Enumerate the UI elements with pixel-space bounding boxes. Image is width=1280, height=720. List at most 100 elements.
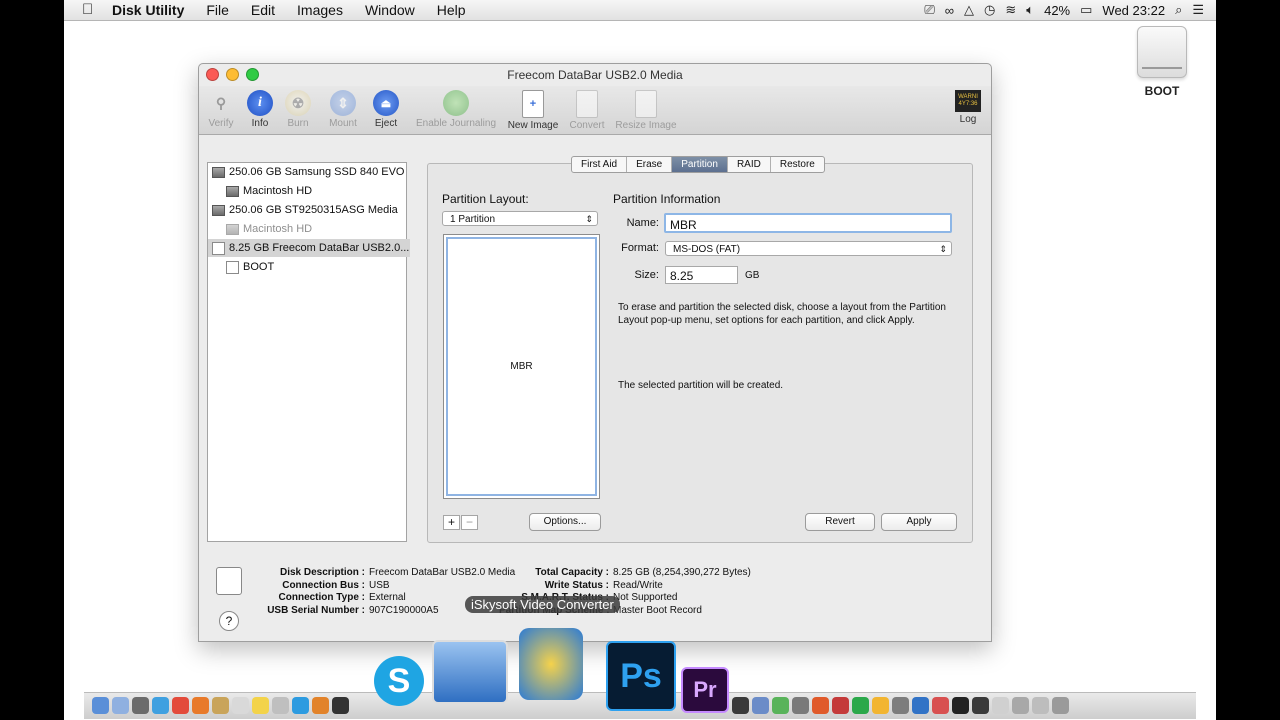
add-partition-button[interactable]: + bbox=[443, 515, 460, 530]
terminal-icon[interactable] bbox=[952, 697, 969, 714]
partition-help-text: To erase and partition the selected disk… bbox=[618, 302, 946, 326]
drive-sync-icon[interactable]: △ bbox=[964, 2, 974, 18]
eject-button[interactable]: ⏏ Eject bbox=[371, 90, 401, 129]
premiere-dock-icon[interactable]: Pr bbox=[681, 667, 729, 713]
preview-icon[interactable] bbox=[752, 697, 769, 714]
skype-glyph: S bbox=[387, 662, 411, 700]
calendar-icon[interactable] bbox=[232, 697, 249, 714]
photoshop-dock-icon[interactable]: Ps bbox=[606, 641, 676, 711]
sidebar-item-macintosh-hd[interactable]: Macintosh HD bbox=[208, 182, 424, 200]
sidebar-item-st9250315asg[interactable]: 250.06 GB ST9250315ASG Media bbox=[208, 201, 410, 219]
sidebar-item-boot[interactable]: BOOT bbox=[208, 258, 424, 276]
options-button[interactable]: Options... bbox=[529, 513, 601, 531]
app-store-icon[interactable] bbox=[912, 697, 929, 714]
enable-journaling-button[interactable]: Enable Journaling bbox=[411, 90, 501, 129]
filezilla-icon[interactable] bbox=[812, 697, 829, 714]
wifi-icon[interactable]: ≋ bbox=[1005, 2, 1016, 18]
spotify-icon[interactable] bbox=[852, 697, 869, 714]
menu-window[interactable]: Window bbox=[365, 2, 415, 18]
dashboard-icon[interactable] bbox=[112, 697, 129, 714]
battery-icon[interactable]: ▭ bbox=[1080, 2, 1092, 18]
clock[interactable]: Wed 23:22 bbox=[1102, 3, 1165, 18]
title-bar[interactable]: Freecom DataBar USB2.0 Media bbox=[199, 64, 991, 86]
downloads-icon[interactable] bbox=[1012, 697, 1029, 714]
mount-icon: ⇕ bbox=[330, 90, 356, 116]
remove-partition-button[interactable]: − bbox=[461, 515, 478, 530]
volume-icon bbox=[226, 185, 239, 197]
info-button[interactable]: i Info bbox=[245, 90, 275, 129]
burn-label: Burn bbox=[287, 118, 309, 129]
folder-icon[interactable] bbox=[992, 697, 1009, 714]
menu-edit[interactable]: Edit bbox=[251, 2, 275, 18]
quicktime-icon[interactable] bbox=[732, 697, 749, 714]
pr-label: Pr bbox=[693, 677, 717, 702]
time-machine-icon[interactable]: ◷ bbox=[984, 2, 995, 18]
apply-button[interactable]: Apply bbox=[881, 513, 957, 531]
apple-icon[interactable]:  bbox=[82, 1, 93, 18]
screen-record-icon[interactable]: ⎚ bbox=[924, 2, 934, 18]
activity-monitor-icon[interactable] bbox=[972, 697, 989, 714]
internal-disk-icon bbox=[212, 204, 225, 216]
documents-icon[interactable] bbox=[1032, 697, 1049, 714]
tab-raid[interactable]: RAID bbox=[726, 157, 770, 172]
tab-partition[interactable]: Partition bbox=[671, 157, 727, 172]
notes-icon[interactable] bbox=[252, 697, 269, 714]
tab-restore[interactable]: Restore bbox=[769, 157, 824, 172]
convert-button[interactable]: Convert bbox=[567, 90, 607, 131]
app-icon[interactable] bbox=[832, 697, 849, 714]
menu-help[interactable]: Help bbox=[437, 2, 466, 18]
chrome-icon[interactable] bbox=[172, 697, 189, 714]
log-button[interactable]: WARNI 4Y7:36 Log bbox=[953, 90, 983, 125]
menu-file[interactable]: File bbox=[206, 2, 229, 18]
format-select[interactable]: MS-DOS (FAT) bbox=[665, 241, 952, 257]
photo-theater-dock-icon[interactable] bbox=[432, 640, 508, 704]
spotlight-icon[interactable]: ⌕ bbox=[1175, 2, 1182, 18]
reminders-icon[interactable] bbox=[272, 697, 289, 714]
system-preferences-icon[interactable] bbox=[792, 697, 809, 714]
creative-cloud-icon[interactable]: ∞ bbox=[945, 3, 954, 18]
tab-first-aid[interactable]: First Aid bbox=[572, 157, 626, 172]
resize-image-button[interactable]: Resize Image bbox=[613, 90, 679, 131]
sidebar-item-samsung-ssd[interactable]: 250.06 GB Samsung SSD 840 EVO bbox=[208, 163, 410, 181]
desktop-drive-boot[interactable]: BOOT bbox=[1134, 26, 1190, 98]
name-label: Name: bbox=[626, 217, 659, 229]
size-field[interactable]: 8.25 bbox=[665, 266, 738, 284]
partition-layout-select[interactable]: 1 Partition bbox=[442, 211, 598, 227]
volume-icon[interactable]: 🔈︎ bbox=[1026, 2, 1034, 18]
contacts-icon[interactable] bbox=[212, 697, 229, 714]
trash-icon[interactable] bbox=[1052, 697, 1069, 714]
revert-button[interactable]: Revert bbox=[805, 513, 875, 531]
eject-icon: ⏏ bbox=[373, 90, 399, 116]
name-field[interactable]: MBR bbox=[664, 213, 952, 233]
finder-icon[interactable] bbox=[92, 697, 109, 714]
photo-booth-icon[interactable] bbox=[932, 697, 949, 714]
connection-type-value: External bbox=[369, 592, 406, 603]
launchpad-icon[interactable] bbox=[132, 697, 149, 714]
menu-images[interactable]: Images bbox=[297, 2, 343, 18]
itunes-icon[interactable] bbox=[332, 697, 349, 714]
sidebar-item-macintosh-hd-2[interactable]: Macintosh HD bbox=[208, 220, 424, 238]
messages-icon[interactable] bbox=[292, 697, 309, 714]
menu-app-name[interactable]: Disk Utility bbox=[112, 2, 184, 18]
verify-button[interactable]: ⚲ Verify bbox=[205, 90, 237, 130]
iskysoft-converter-dock-icon[interactable] bbox=[519, 628, 583, 700]
skype-dock-icon[interactable]: S bbox=[374, 656, 424, 706]
log-icon: WARNI 4Y7:36 bbox=[955, 90, 981, 112]
mount-button[interactable]: ⇕ Mount bbox=[325, 90, 361, 129]
burn-button[interactable]: ☢ Burn bbox=[283, 90, 313, 129]
safari-icon[interactable] bbox=[152, 697, 169, 714]
sidebar-item-freecom[interactable]: 8.25 GB Freecom DataBar USB2.0... bbox=[208, 239, 410, 257]
sketch-icon[interactable] bbox=[872, 697, 889, 714]
vlc-icon[interactable] bbox=[312, 697, 329, 714]
tab-erase[interactable]: Erase bbox=[626, 157, 671, 172]
battery-percent[interactable]: 42% bbox=[1044, 3, 1070, 18]
disk-utility-dock-icon[interactable] bbox=[892, 697, 909, 714]
notification-center-icon[interactable]: ☰ bbox=[1192, 2, 1204, 18]
firefox-icon[interactable] bbox=[192, 697, 209, 714]
write-status-key: Write Status : bbox=[544, 579, 609, 591]
new-image-button[interactable]: + New Image bbox=[505, 90, 561, 131]
usb-serial-key: USB Serial Number : bbox=[267, 604, 365, 616]
partition-block[interactable]: MBR bbox=[446, 237, 597, 496]
facetime-icon[interactable] bbox=[772, 697, 789, 714]
help-button[interactable]: ? bbox=[219, 611, 239, 631]
